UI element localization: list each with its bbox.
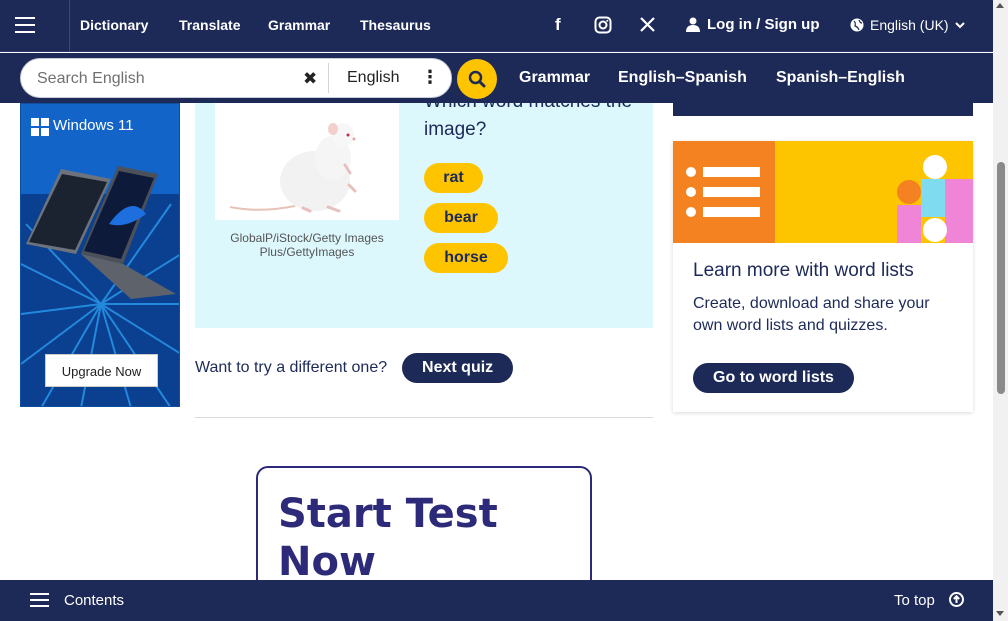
- menu-icon-line: [15, 24, 35, 26]
- to-top-label: To top: [894, 592, 935, 609]
- answer-bear[interactable]: bear: [424, 203, 498, 233]
- scroll-down-arrow-icon[interactable]: [996, 611, 1004, 616]
- globe-icon: [850, 18, 864, 32]
- quiz-panel: GlobalP/iStock/Getty Images Plus/GettyIm…: [195, 103, 653, 328]
- word-lists-banner: [673, 141, 973, 243]
- divider: [195, 417, 653, 418]
- search-divider: [328, 63, 329, 93]
- clear-icon[interactable]: ✖: [303, 69, 317, 89]
- instagram-icon[interactable]: [594, 16, 612, 39]
- scrollbar-thumb[interactable]: [997, 162, 1005, 394]
- search-input[interactable]: Search English: [37, 70, 145, 88]
- search-bar-row: Search English ✖ English ⋮ Grammar Engli…: [0, 53, 993, 103]
- link-grammar[interactable]: Grammar: [519, 69, 590, 87]
- to-top-link[interactable]: To top: [894, 592, 965, 609]
- upgrade-now-button[interactable]: Upgrade Now: [45, 354, 158, 387]
- quiz-question: Which word matches the image?: [424, 103, 632, 140]
- bottom-bar: Contents To top: [0, 580, 993, 621]
- windows-logo-icon: [31, 118, 49, 136]
- try-another-row: Want to try a different one? Next quiz: [195, 353, 514, 383]
- contents-menu-icon[interactable]: [30, 593, 49, 611]
- answer-horse[interactable]: horse: [424, 243, 508, 273]
- quiz-image: [215, 103, 399, 220]
- contents-link[interactable]: Contents: [64, 592, 124, 609]
- menu-icon-line: [15, 31, 35, 33]
- nav-dictionary[interactable]: Dictionary: [80, 17, 148, 33]
- menu-button[interactable]: [0, 0, 70, 52]
- x-icon[interactable]: [639, 16, 656, 38]
- word-lists-title: Learn more with word lists: [693, 260, 914, 281]
- scroll-up-arrow-icon[interactable]: [996, 3, 1004, 8]
- word-list-illustration: [673, 141, 973, 243]
- start-test-title: Start Test Now: [278, 491, 498, 585]
- word-lists-text: Create, download and share your own word…: [693, 295, 930, 334]
- more-options-icon[interactable]: ⋮: [421, 67, 439, 88]
- answer-rat[interactable]: rat: [424, 163, 483, 193]
- image-credit: GlobalP/iStock/Getty Images Plus/GettyIm…: [230, 231, 384, 259]
- ad-brand: Windows 11: [53, 117, 134, 134]
- search-icon: [468, 70, 486, 88]
- right-column-bar: [673, 103, 973, 116]
- dictionary-select[interactable]: English: [347, 69, 399, 87]
- try-another-text: Want to try a different one?: [195, 359, 388, 376]
- language-selector[interactable]: English (UK): [850, 17, 965, 33]
- login-label: Log in / Sign up: [707, 16, 820, 33]
- nav-grammar[interactable]: Grammar: [268, 17, 330, 33]
- user-icon: [686, 17, 700, 32]
- facebook-icon[interactable]: f: [555, 15, 561, 35]
- advertisement[interactable]: Windows 11 Upgrade Now: [20, 103, 180, 407]
- menu-icon: [15, 17, 35, 19]
- link-spanish-english[interactable]: Spanish–English: [776, 69, 905, 87]
- next-quiz-button[interactable]: Next quiz: [402, 353, 514, 383]
- word-lists-card: Learn more with word lists Create, downl…: [673, 141, 973, 412]
- go-to-word-lists-button[interactable]: Go to word lists: [693, 363, 854, 393]
- rat-image: [229, 123, 357, 213]
- language-label: English (UK): [870, 17, 949, 33]
- chevron-down-icon: [954, 21, 965, 28]
- link-english-spanish[interactable]: English–Spanish: [618, 69, 747, 87]
- top-navigation: Dictionary Translate Grammar Thesaurus f…: [0, 0, 993, 52]
- nav-translate[interactable]: Translate: [179, 17, 240, 33]
- search-button[interactable]: [457, 59, 497, 99]
- arrow-up-circle-icon: [949, 592, 965, 607]
- page-scrollbar[interactable]: [993, 0, 1008, 621]
- nav-thesaurus[interactable]: Thesaurus: [360, 17, 431, 33]
- search-box: Search English ✖ English ⋮: [20, 58, 452, 98]
- login-link[interactable]: Log in / Sign up: [686, 16, 819, 33]
